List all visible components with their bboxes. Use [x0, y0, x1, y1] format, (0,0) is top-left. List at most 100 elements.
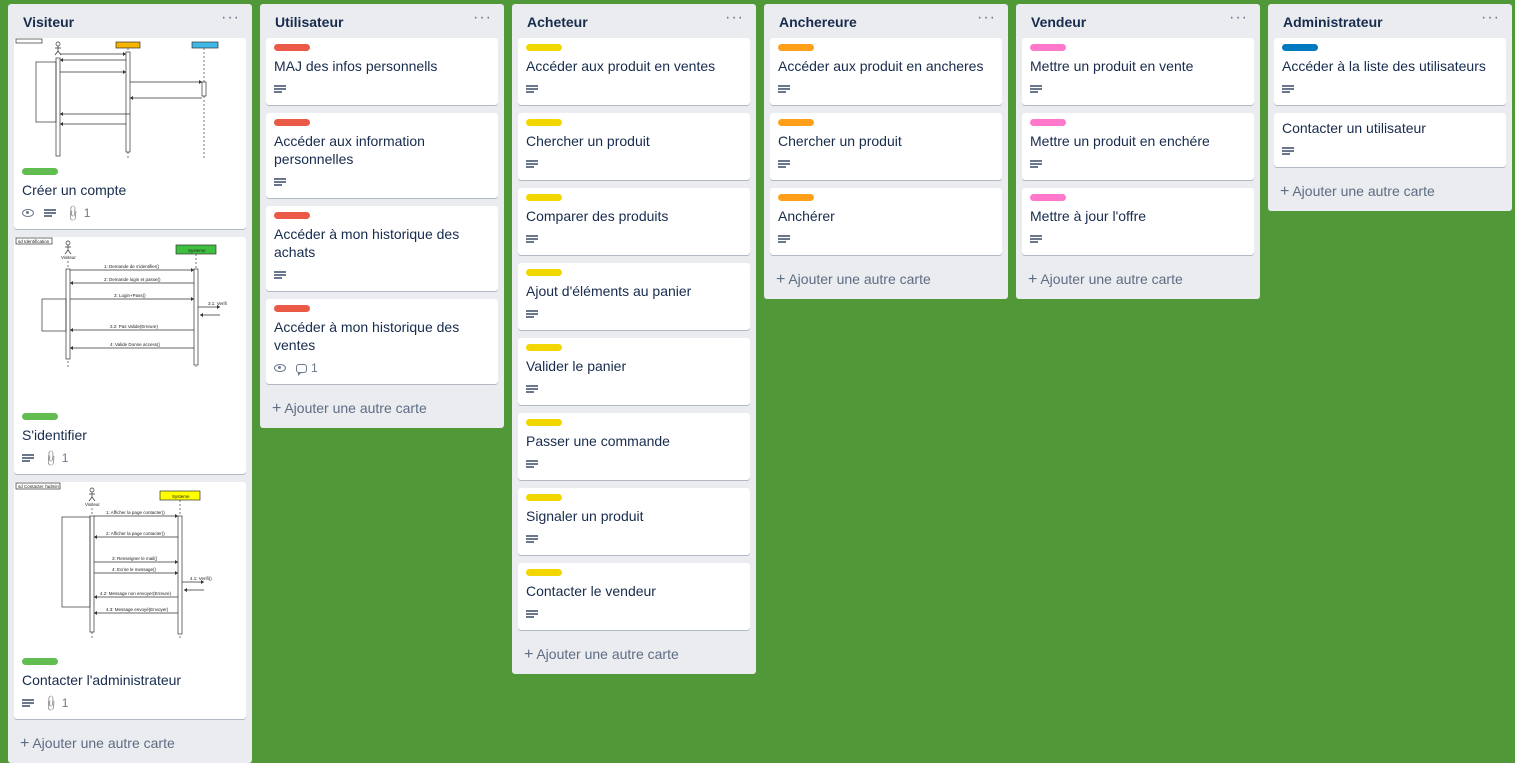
card-label[interactable]: [526, 119, 562, 126]
card[interactable]: Mettre à jour l'offre: [1022, 188, 1254, 255]
card[interactable]: Accéder aux produit en ancheres: [770, 38, 1002, 105]
description-icon: [526, 159, 538, 169]
card[interactable]: MAJ des infos personnells: [266, 38, 498, 105]
card[interactable]: Contacter un utilisateur: [1274, 113, 1506, 167]
list-title[interactable]: Administrateur: [1283, 14, 1383, 30]
list-menu-button[interactable]: ···: [725, 10, 744, 26]
list-utilisateur: Utilisateur ··· MAJ des infos personnells A…: [260, 4, 504, 428]
card-body: Passer une commande: [518, 413, 750, 480]
list-title[interactable]: Utilisateur: [275, 14, 343, 30]
list-menu-button[interactable]: ···: [1481, 10, 1500, 26]
list-title[interactable]: Vendeur: [1031, 14, 1086, 30]
activation-bar: [125, 51, 131, 153]
card[interactable]: Créer un compte 📎 1: [14, 38, 246, 229]
list-menu-button[interactable]: ···: [221, 10, 240, 26]
card-label[interactable]: [526, 269, 562, 276]
add-card-button[interactable]: + Ajouter une autre carte: [1022, 263, 1254, 295]
attachments-count: 1: [83, 206, 91, 220]
description-icon: [274, 270, 286, 280]
card-label[interactable]: [274, 212, 310, 219]
diagram-text: 4: Ecrire le message(): [112, 567, 157, 572]
add-card-button[interactable]: + Ajouter une autre carte: [14, 727, 246, 759]
list-acheteur: Acheteur ··· Accéder aux produit en ventes…: [512, 4, 756, 674]
card-label[interactable]: [274, 44, 310, 51]
activation-bar: [193, 268, 199, 366]
add-card-button[interactable]: + Ajouter une autre carte: [266, 392, 498, 424]
card[interactable]: Chercher un produit: [770, 113, 1002, 180]
card[interactable]: Accéder à la liste des utilisateurs: [1274, 38, 1506, 105]
description-icon: [526, 384, 538, 394]
card[interactable]: Ajout d'éléments au panier: [518, 263, 750, 330]
card[interactable]: Anchérer: [770, 188, 1002, 255]
card-label[interactable]: [526, 194, 562, 201]
plus-icon: +: [1028, 271, 1038, 288]
list-header: Visiteur ···: [14, 4, 246, 38]
card-body: Mettre un produit en enchére: [1022, 113, 1254, 180]
card-body: Ajout d'éléments au panier: [518, 263, 750, 330]
sequence-diagram-image: sd Contacter l'admin Visiteur Systeme 1: A…: [15, 482, 212, 640]
list-title[interactable]: Anchereure: [779, 14, 857, 30]
card-label[interactable]: [526, 569, 562, 576]
card-label[interactable]: [778, 119, 814, 126]
card-title: Valider le panier: [526, 358, 627, 374]
card-badges: [526, 604, 742, 624]
card[interactable]: Contacter le vendeur: [518, 563, 750, 630]
frame-tab: [15, 38, 43, 44]
card-label[interactable]: [778, 194, 814, 201]
sequence-diagram-image: [15, 38, 219, 158]
list-title[interactable]: Acheteur: [527, 14, 588, 30]
card-label[interactable]: [526, 419, 562, 426]
activation-bar: [55, 57, 61, 157]
card-label[interactable]: [1030, 119, 1066, 126]
diagram-text: 3.2: Pas Valide(Erreure): [110, 324, 158, 329]
card-title: Accéder aux information personnelles: [274, 133, 425, 167]
card-label[interactable]: [1030, 194, 1066, 201]
card-label[interactable]: [1030, 44, 1066, 51]
card-label[interactable]: [274, 119, 310, 126]
add-card-button[interactable]: + Ajouter une autre carte: [1274, 175, 1506, 207]
add-card-button[interactable]: + Ajouter une autre carte: [518, 638, 750, 670]
card-title: Chercher un produit: [778, 133, 902, 149]
card[interactable]: Mettre un produit en enchére: [1022, 113, 1254, 180]
card-badges: [1030, 79, 1246, 99]
description-icon: [22, 698, 34, 708]
card[interactable]: Comparer des produits: [518, 188, 750, 255]
card-title: Passer une commande: [526, 433, 670, 449]
card[interactable]: Accéder à mon historique des ventes 1: [266, 299, 498, 384]
card-label[interactable]: [778, 44, 814, 51]
list-menu-button[interactable]: ···: [1229, 10, 1248, 26]
card-label[interactable]: [22, 168, 58, 175]
list-header: Administrateur ···: [1274, 4, 1506, 38]
list-menu-button[interactable]: ···: [473, 10, 492, 26]
description-icon: [526, 459, 538, 469]
card[interactable]: Chercher un produit: [518, 113, 750, 180]
card[interactable]: Accéder aux information personnelles: [266, 113, 498, 198]
arrow-head: [191, 297, 194, 301]
attachment-icon: 📎: [41, 449, 60, 468]
card-label[interactable]: [526, 344, 562, 351]
card-label[interactable]: [274, 305, 310, 312]
card[interactable]: Accéder à mon historique des achats: [266, 206, 498, 291]
arrow-head: [60, 112, 63, 116]
card[interactable]: Accéder aux produit en ventes: [518, 38, 750, 105]
card-label[interactable]: [526, 44, 562, 51]
card[interactable]: sd Contacter l'admin Visiteur Systeme 1: A…: [14, 482, 246, 719]
list-title[interactable]: Visiteur: [23, 14, 74, 30]
card[interactable]: Signaler un produit: [518, 488, 750, 555]
card-label[interactable]: [1282, 44, 1318, 51]
card-label[interactable]: [22, 658, 58, 665]
card-title: Mettre à jour l'offre: [1030, 208, 1147, 224]
card-body: Contacter un utilisateur: [1274, 113, 1506, 167]
card-label[interactable]: [526, 494, 562, 501]
card-label[interactable]: [22, 413, 58, 420]
card[interactable]: Passer une commande: [518, 413, 750, 480]
card[interactable]: Valider le panier: [518, 338, 750, 405]
comment-icon: [296, 363, 307, 376]
card[interactable]: Mettre un produit en vente: [1022, 38, 1254, 105]
card-title: Mettre un produit en enchére: [1030, 133, 1210, 149]
add-card-button[interactable]: + Ajouter une autre carte: [770, 263, 1002, 295]
list-menu-button[interactable]: ···: [977, 10, 996, 26]
diagram-text: Systeme: [188, 248, 206, 253]
card[interactable]: sd Identification Visiteur Systeme 1: Dema…: [14, 237, 246, 474]
card-title: Mettre un produit en vente: [1030, 58, 1194, 74]
